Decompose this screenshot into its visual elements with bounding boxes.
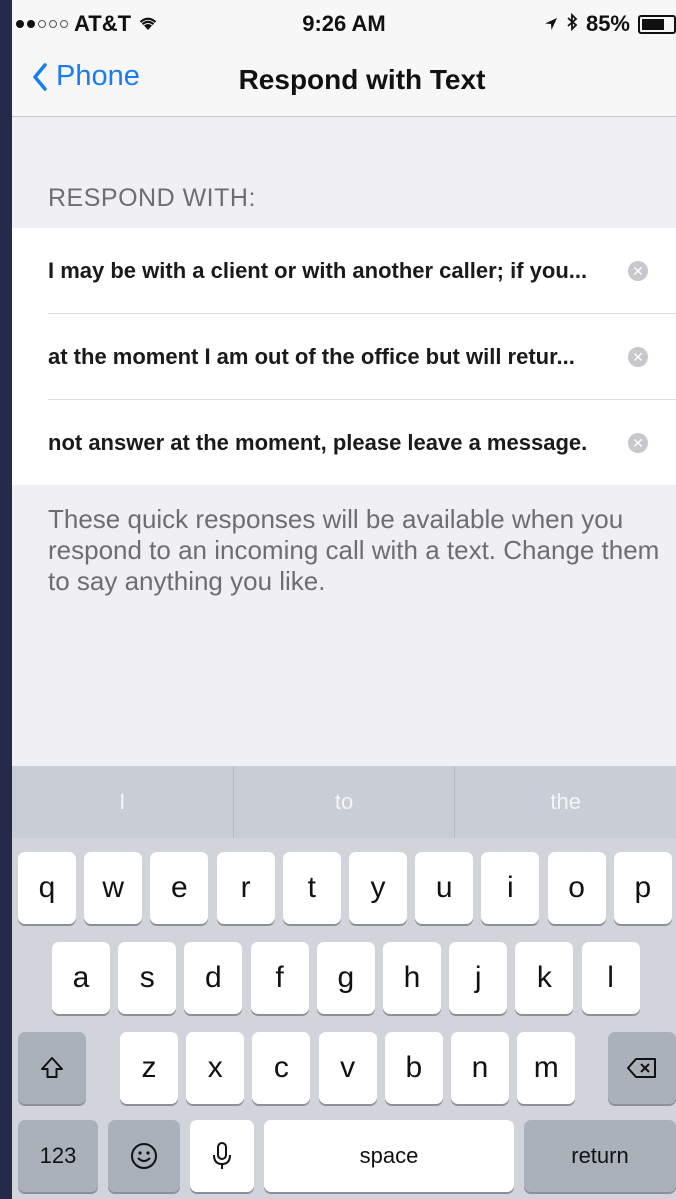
key-u[interactable]: u bbox=[415, 852, 474, 924]
dictation-key[interactable] bbox=[190, 1120, 254, 1192]
phone-screen: AT&T 9:26 AM 85% Phone Respond with Text… bbox=[12, 0, 676, 1199]
battery-icon bbox=[638, 14, 676, 34]
device-frame bbox=[0, 0, 12, 1199]
prediction-1[interactable]: I bbox=[12, 766, 234, 838]
key-x[interactable]: x bbox=[186, 1032, 245, 1104]
clear-icon[interactable]: ✕ bbox=[628, 433, 648, 453]
emoji-icon bbox=[131, 1143, 157, 1169]
key-d[interactable]: d bbox=[184, 942, 243, 1014]
key-s[interactable]: s bbox=[118, 942, 177, 1014]
key-f[interactable]: f bbox=[250, 942, 309, 1014]
return-key[interactable]: return bbox=[524, 1120, 676, 1192]
status-bar: AT&T 9:26 AM 85% bbox=[12, 0, 676, 44]
keyboard: I to the qwertyuiop asdfghjkl zxcvbnm 12… bbox=[12, 766, 676, 1199]
space-key[interactable]: space bbox=[264, 1120, 514, 1192]
key-g[interactable]: g bbox=[316, 942, 375, 1014]
numbers-key[interactable]: 123 bbox=[18, 1120, 98, 1192]
page-title: Respond with Text bbox=[238, 64, 486, 95]
clear-icon[interactable]: ✕ bbox=[628, 347, 648, 367]
shift-key[interactable] bbox=[18, 1032, 86, 1104]
key-e[interactable]: e bbox=[150, 852, 209, 924]
key-j[interactable]: j bbox=[449, 942, 508, 1014]
response-row[interactable]: at the moment I am out of the office but… bbox=[48, 314, 676, 400]
key-l[interactable]: l bbox=[581, 942, 640, 1014]
key-n[interactable]: n bbox=[451, 1032, 509, 1104]
key-w[interactable]: w bbox=[84, 852, 143, 924]
delete-key[interactable] bbox=[608, 1032, 676, 1104]
clear-icon[interactable]: ✕ bbox=[628, 261, 648, 281]
response-list: I may be with a client or with another c… bbox=[12, 228, 676, 485]
response-text-field[interactable]: at the moment I am out of the office but… bbox=[48, 344, 608, 370]
response-row[interactable]: I may be with a client or with another c… bbox=[48, 228, 676, 314]
key-y[interactable]: y bbox=[349, 852, 407, 924]
emoji-key[interactable] bbox=[108, 1120, 180, 1192]
key-m[interactable]: m bbox=[517, 1032, 576, 1104]
key-p[interactable]: p bbox=[613, 852, 672, 924]
microphone-icon bbox=[213, 1142, 231, 1169]
key-c[interactable]: c bbox=[252, 1032, 311, 1104]
backspace-icon bbox=[627, 1058, 656, 1078]
battery-percent: 85% bbox=[585, 11, 630, 36]
key-h[interactable]: h bbox=[383, 942, 441, 1014]
response-row[interactable]: not answer at the moment, please leave a… bbox=[48, 400, 676, 485]
footer-description: These quick responses will be available … bbox=[48, 504, 660, 596]
predictive-bar: I to the bbox=[12, 766, 676, 838]
response-text-field[interactable]: I may be with a client or with another c… bbox=[48, 258, 608, 284]
shift-icon bbox=[41, 1057, 63, 1078]
key-q[interactable]: q bbox=[18, 852, 76, 924]
key-z[interactable]: z bbox=[120, 1032, 178, 1104]
key-k[interactable]: k bbox=[515, 942, 574, 1014]
section-header: RESPOND WITH: bbox=[48, 184, 256, 212]
navigation-bar: Phone Respond with Text bbox=[12, 44, 676, 117]
key-i[interactable]: i bbox=[481, 852, 540, 924]
battery-fill bbox=[642, 18, 664, 30]
prediction-3[interactable]: the bbox=[455, 766, 676, 838]
key-r[interactable]: r bbox=[216, 852, 275, 924]
key-a[interactable]: a bbox=[52, 942, 110, 1014]
key-o[interactable]: o bbox=[547, 852, 606, 924]
key-v[interactable]: v bbox=[318, 1032, 377, 1104]
key-b[interactable]: b bbox=[384, 1032, 443, 1104]
key-t[interactable]: t bbox=[282, 852, 341, 924]
bluetooth-icon bbox=[566, 11, 578, 37]
status-right: 85% bbox=[544, 11, 676, 37]
prediction-2[interactable]: to bbox=[234, 766, 456, 838]
location-icon bbox=[544, 11, 558, 37]
response-text-field[interactable]: not answer at the moment, please leave a… bbox=[48, 430, 608, 456]
